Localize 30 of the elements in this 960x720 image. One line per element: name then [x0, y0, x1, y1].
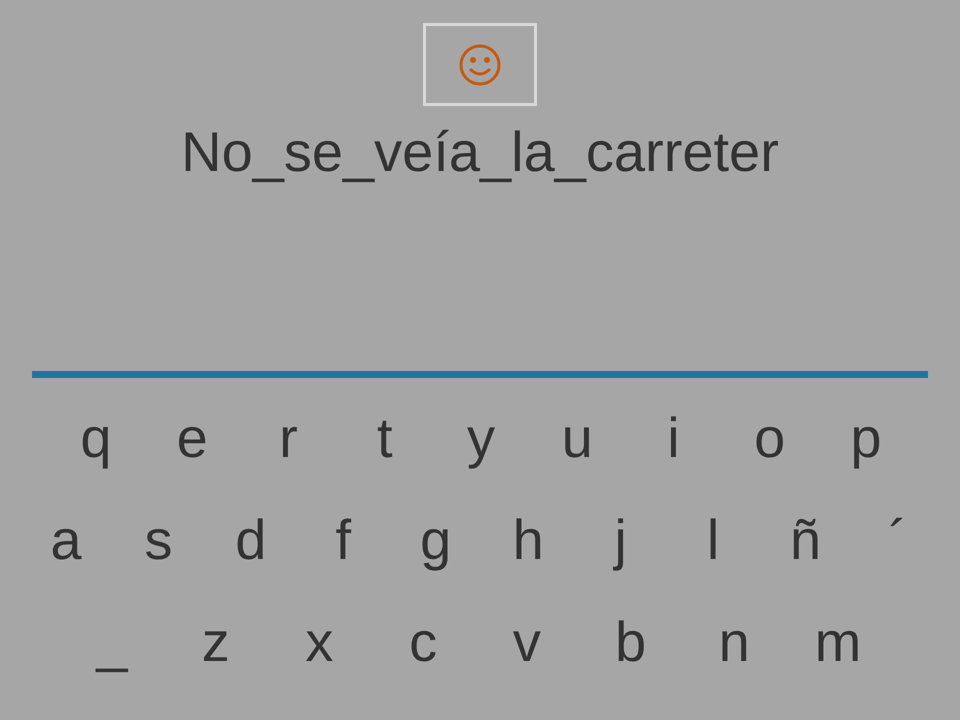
smiley-button[interactable] — [423, 23, 537, 106]
key-button[interactable]: ñ — [776, 508, 836, 572]
key-button[interactable]: z — [186, 610, 246, 674]
key-button[interactable]: g — [406, 508, 466, 572]
key-button[interactable]: v — [496, 610, 557, 674]
key-button[interactable]: a — [36, 508, 96, 572]
key-button[interactable]: y — [451, 406, 511, 470]
key-button[interactable]: s — [128, 508, 188, 572]
smiley-icon — [458, 42, 502, 86]
sentence-text: No_se_veía_la_carreter — [181, 124, 779, 180]
key-button[interactable]: _ — [82, 610, 142, 674]
key-button[interactable]: b — [600, 610, 661, 674]
key-button[interactable]: r — [258, 406, 318, 470]
key-button[interactable]: q — [66, 406, 126, 470]
key-button[interactable]: m — [808, 610, 868, 674]
key-button[interactable]: e — [162, 406, 222, 470]
key-button[interactable]: i — [644, 406, 704, 470]
key-button[interactable]: l — [683, 508, 744, 572]
key-button[interactable]: j — [590, 508, 651, 572]
key-button[interactable]: u — [547, 406, 608, 470]
key-button[interactable]: d — [220, 508, 281, 572]
key-button[interactable]: o — [740, 406, 800, 470]
key-button[interactable]: ´ — [868, 508, 928, 572]
key-button[interactable]: f — [313, 508, 374, 572]
key-button[interactable]: n — [704, 610, 764, 674]
key-button[interactable]: p — [836, 406, 896, 470]
key-button[interactable]: h — [498, 508, 558, 572]
key-button[interactable]: c — [393, 610, 454, 674]
key-button[interactable]: t — [354, 406, 415, 470]
key-button[interactable]: x — [289, 610, 350, 674]
